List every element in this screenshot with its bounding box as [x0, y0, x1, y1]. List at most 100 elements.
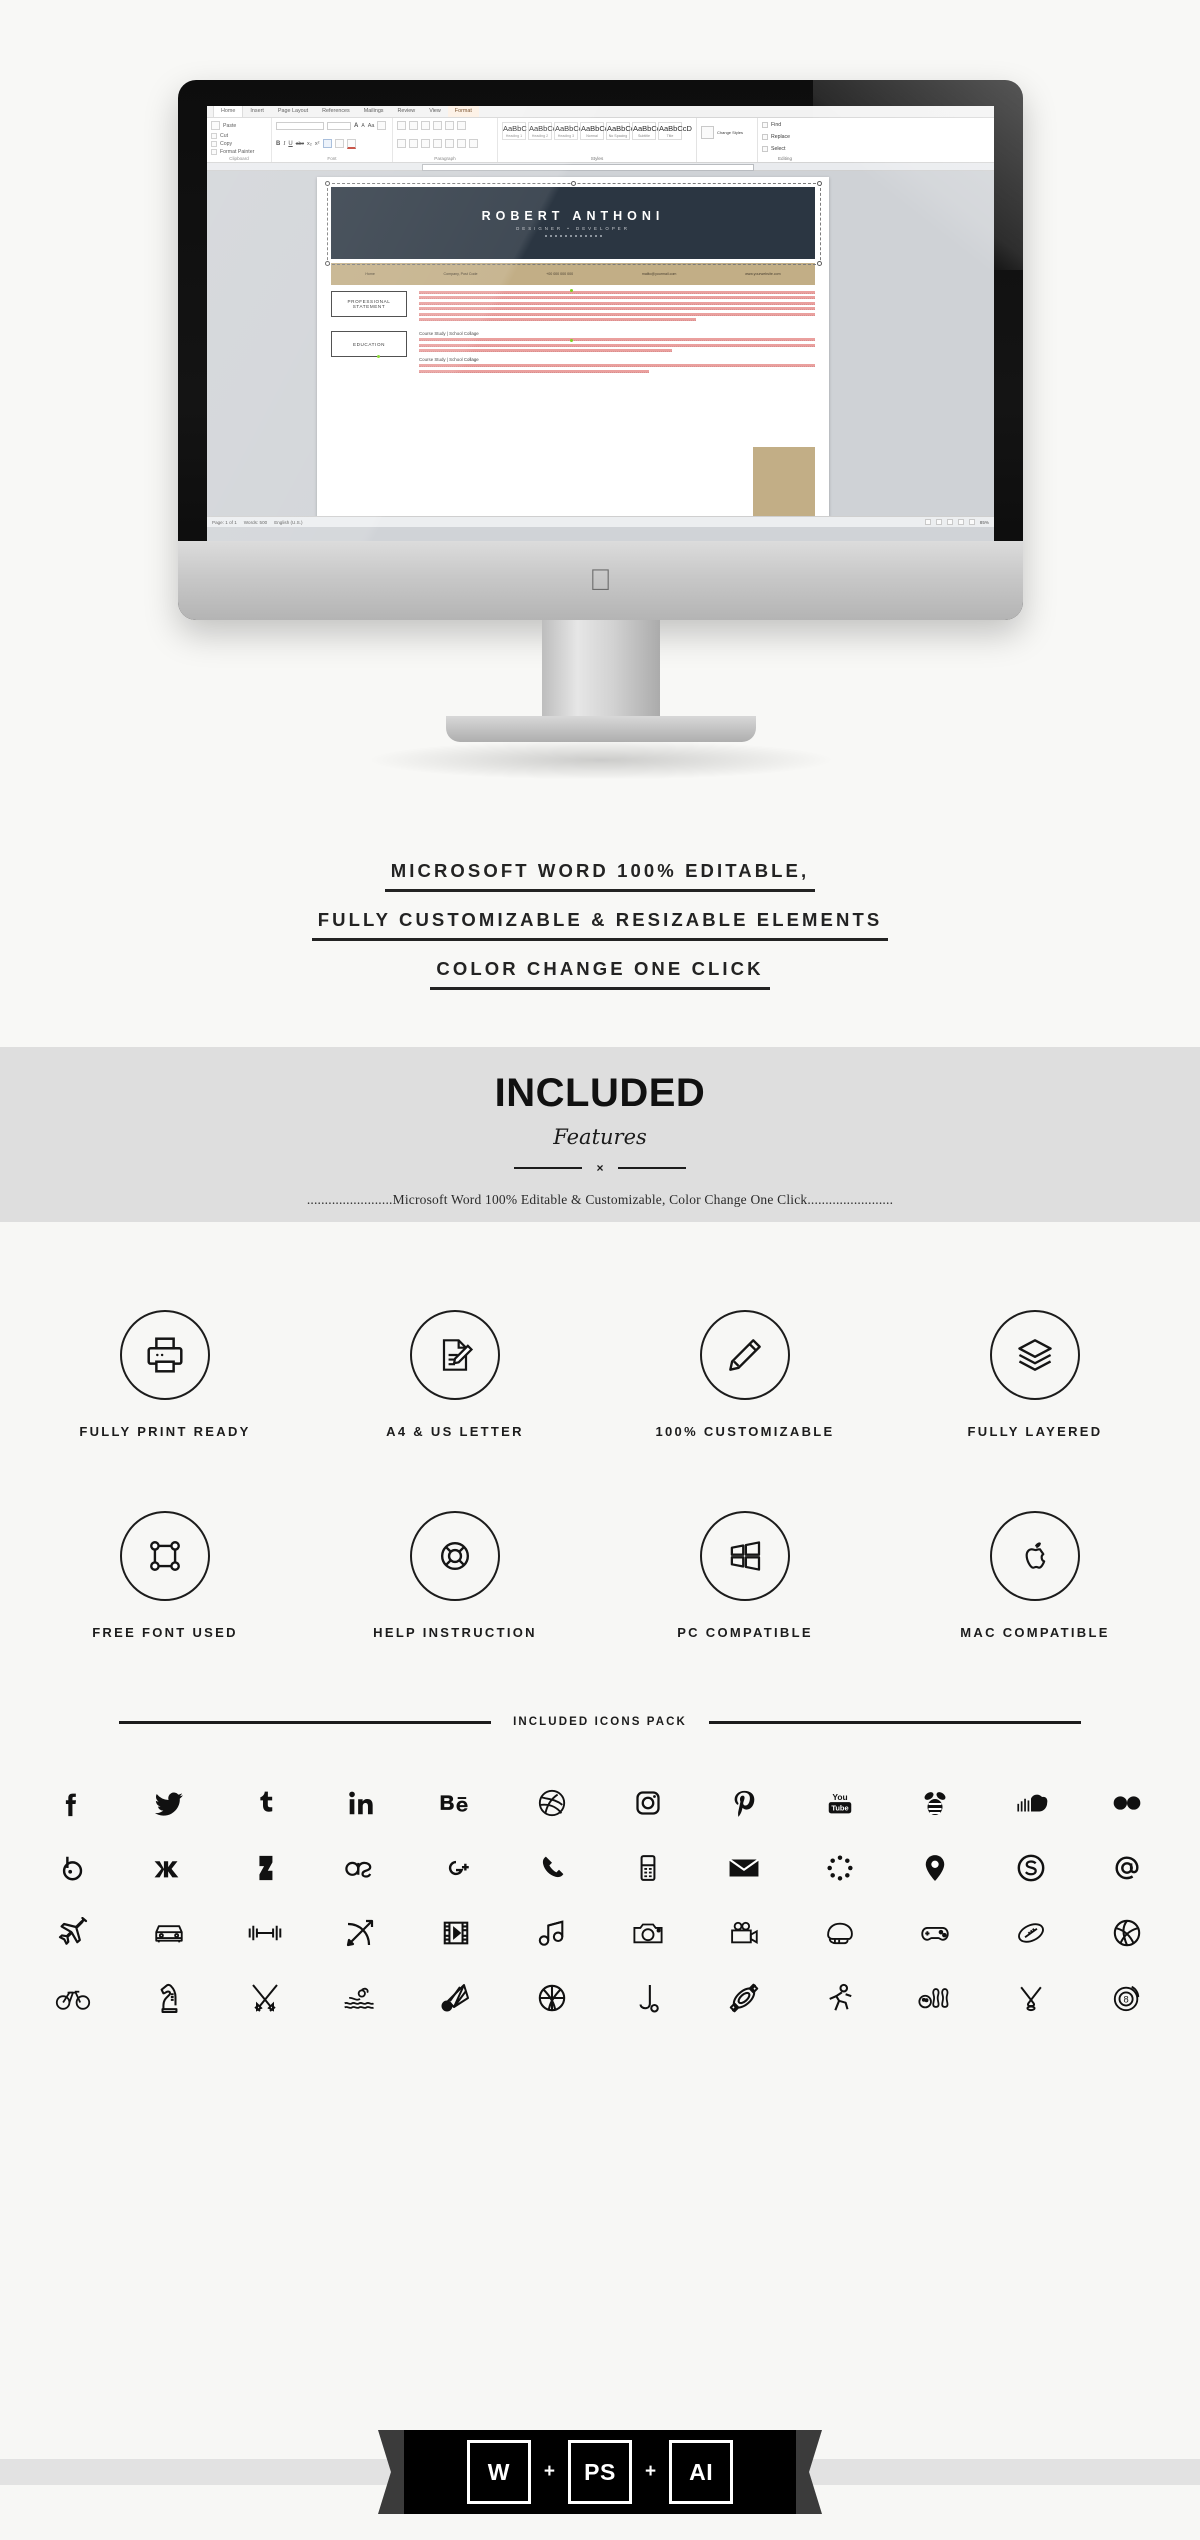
- feature-a4-us-letter[interactable]: A4 & US LETTER: [310, 1310, 600, 1439]
- align-center-icon[interactable]: [409, 139, 418, 148]
- tab-view[interactable]: View: [422, 106, 448, 117]
- behance-icon: [413, 1775, 499, 1831]
- decrease-indent-icon[interactable]: [433, 121, 442, 130]
- icons-row-4: 8: [30, 1965, 1170, 2030]
- font-name-row[interactable]: A A Aa: [276, 120, 388, 131]
- feature-fully-layered[interactable]: FULLY LAYERED: [890, 1310, 1180, 1439]
- replace-icon[interactable]: [762, 133, 768, 140]
- style-heading-1[interactable]: AaBbC Heading 1: [502, 122, 527, 140]
- justify-icon[interactable]: [433, 139, 442, 148]
- style-heading-2[interactable]: AaBbCcD Heading 2: [528, 122, 562, 140]
- hero-section: Home Insert Page Layout References Maili…: [0, 0, 1200, 1050]
- style-subtitle[interactable]: AaBbCcD Subtitle: [632, 122, 666, 140]
- subscript-button[interactable]: x₂: [307, 141, 312, 147]
- view-draft-icon[interactable]: [968, 519, 975, 525]
- tab-review[interactable]: Review: [391, 106, 423, 117]
- dribbble-icon: [509, 1775, 595, 1831]
- copy-icon[interactable]: [211, 140, 217, 147]
- format-painter-icon[interactable]: [211, 148, 217, 155]
- paragraph-align-row[interactable]: [397, 138, 493, 149]
- select-icon[interactable]: [762, 145, 768, 152]
- style-no-spacing[interactable]: AaBbCcDc No Spacing: [606, 122, 644, 140]
- paragraph-list-row[interactable]: [397, 120, 493, 131]
- font-size-select[interactable]: [327, 121, 351, 130]
- feature-fully-print-ready[interactable]: FULLY PRINT READY: [20, 1310, 310, 1439]
- borders-icon[interactable]: [469, 139, 478, 148]
- find-icon[interactable]: [762, 121, 768, 128]
- change-case-icon[interactable]: Aa: [368, 123, 375, 129]
- imac-stand-foot: [445, 716, 756, 742]
- underline-button[interactable]: U: [288, 141, 292, 147]
- cv-sidebar-block[interactable]: [753, 447, 815, 519]
- line-spacing-icon[interactable]: [445, 139, 454, 148]
- style-normal[interactable]: AaBbCcDc Normal: [580, 122, 618, 140]
- feature-free-font-used[interactable]: FREE FONT USED: [20, 1511, 310, 1640]
- align-right-icon[interactable]: [421, 139, 430, 148]
- ribbon-group-change-styles: Change Styles: [697, 118, 758, 162]
- bullets-icon[interactable]: [397, 121, 406, 130]
- feature-mac-compatible[interactable]: MAC COMPATIBLE: [890, 1511, 1180, 1640]
- cut-row[interactable]: Cut: [211, 132, 267, 139]
- airplane-icon: [30, 1905, 116, 1961]
- feature-pc-compatible[interactable]: PC COMPATIBLE: [600, 1511, 890, 1640]
- style-title[interactable]: AaBbCcD Title: [658, 122, 692, 140]
- view-full-screen-icon[interactable]: [935, 519, 942, 525]
- multilevel-list-icon[interactable]: [421, 121, 430, 130]
- cut-icon[interactable]: [211, 132, 217, 139]
- youtube-icon: You Tube: [797, 1775, 883, 1831]
- tab-format[interactable]: Format: [447, 106, 479, 117]
- ribbon-group-styles: AaBbC Heading 1 AaBbCcD Heading 2 AaBbCc…: [498, 118, 697, 162]
- pinterest-icon: [701, 1775, 787, 1831]
- font-style-row[interactable]: B I U abe x₂ x²: [276, 138, 388, 149]
- word-ruler[interactable]: [207, 163, 994, 171]
- cv-contact-address: Company, Post Code: [443, 272, 478, 276]
- text-effects-icon[interactable]: [322, 139, 332, 148]
- superscript-button[interactable]: x²: [315, 141, 320, 147]
- selection-outline-header[interactable]: [327, 183, 821, 265]
- sort-icon[interactable]: [457, 121, 466, 130]
- replace-row[interactable]: Replace: [762, 132, 808, 141]
- bold-button[interactable]: B: [276, 141, 280, 147]
- styles-gallery[interactable]: AaBbC Heading 1 AaBbCcD Heading 2 AaBbCc…: [502, 120, 692, 142]
- cv-contact-bar[interactable]: Home Company, Post Code +00 000 000 000 …: [331, 263, 815, 285]
- tab-home[interactable]: Home: [213, 106, 244, 117]
- clear-formatting-icon[interactable]: [377, 121, 387, 130]
- paste-icon[interactable]: [211, 121, 220, 130]
- font-color-icon[interactable]: [346, 138, 356, 149]
- format-painter-row[interactable]: Format Painter: [211, 148, 267, 155]
- font-name-select[interactable]: [276, 121, 324, 130]
- strikethrough-button[interactable]: abe: [296, 141, 304, 147]
- numbering-icon[interactable]: [409, 121, 418, 130]
- shrink-font-icon[interactable]: A: [361, 123, 364, 129]
- change-styles-button[interactable]: Change Styles: [701, 120, 753, 144]
- grow-font-icon[interactable]: A: [354, 123, 358, 129]
- included-title: INCLUDED: [494, 1071, 706, 1115]
- view-outline-icon[interactable]: [957, 519, 964, 525]
- word-canvas: ROBERT ANTHONI DESIGNER • DEVELOPER Home…: [207, 171, 994, 527]
- copy-row[interactable]: Copy: [211, 140, 267, 147]
- highlight-color-icon[interactable]: [334, 139, 344, 148]
- flickr-icon: [1084, 1775, 1170, 1831]
- italic-button[interactable]: I: [283, 141, 285, 147]
- tab-page-layout[interactable]: Page Layout: [271, 106, 315, 117]
- increase-indent-icon[interactable]: [445, 121, 454, 130]
- paste-row[interactable]: Paste: [211, 120, 267, 131]
- feature-100-customizable[interactable]: 100% CUSTOMIZABLE: [600, 1310, 890, 1439]
- select-row[interactable]: Select: [762, 144, 808, 153]
- tab-mailings[interactable]: Mailings: [357, 106, 391, 117]
- change-styles-icon[interactable]: [701, 125, 714, 139]
- tab-references[interactable]: References: [315, 106, 357, 117]
- badge-plus-2: +: [645, 2461, 657, 2482]
- status-zoom-level[interactable]: 85%: [980, 520, 989, 525]
- find-row[interactable]: Find: [762, 120, 808, 129]
- gamepad-icon: [892, 1905, 978, 1961]
- tab-insert[interactable]: Insert: [243, 106, 270, 117]
- cv-section-education[interactable]: EDUCATION Course Study | School Collage …: [331, 331, 815, 375]
- style-heading-3[interactable]: AaBbCcD Heading 3: [554, 122, 588, 140]
- cv-section-professional-statement[interactable]: PROFESSIONAL STATEMENT: [331, 291, 815, 323]
- view-print-layout-icon[interactable]: [924, 519, 931, 525]
- feature-help-instruction[interactable]: HELP INSTRUCTION: [310, 1511, 600, 1640]
- align-left-icon[interactable]: [397, 139, 406, 148]
- shading-icon[interactable]: [457, 139, 466, 148]
- view-web-layout-icon[interactable]: [946, 519, 953, 525]
